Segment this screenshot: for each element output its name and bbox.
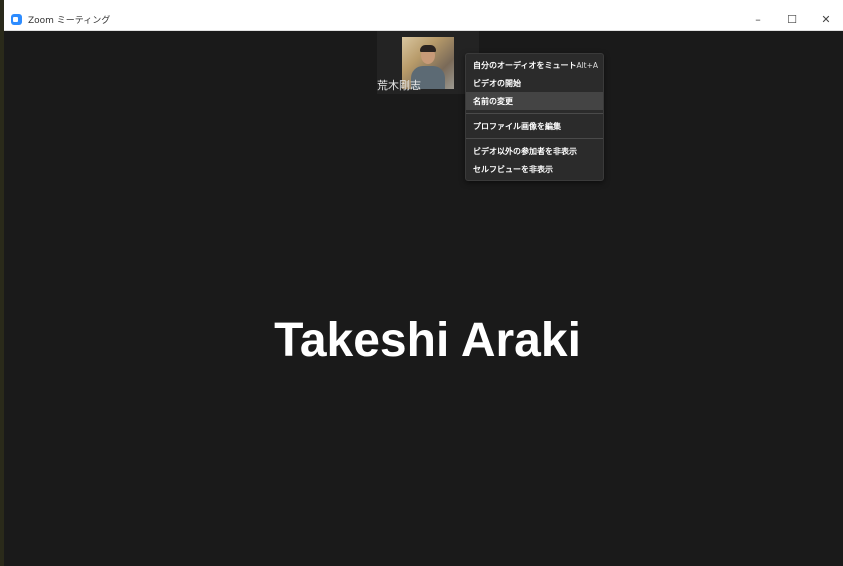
main-participant-name: Takeshi Araki — [274, 314, 581, 367]
zoom-app-icon — [11, 13, 22, 25]
menu-divider — [466, 138, 603, 139]
participant-context-menu: 自分のオーディオをミュート Alt+A ビデオの開始 名前の変更 プロファイル画… — [465, 53, 604, 181]
zoom-meeting-window: Zoom ミーティング – ☐ ✕ 荒木剛志 Takeshi Araki 自分の… — [4, 8, 843, 566]
close-button[interactable]: ✕ — [809, 8, 843, 30]
thumbnail-participant-name: 荒木剛志 — [377, 79, 421, 92]
menu-item-edit-profile-picture[interactable]: プロファイル画像を編集 — [466, 117, 603, 135]
window-controls: – ☐ ✕ — [741, 8, 843, 30]
meeting-stage: 荒木剛志 Takeshi Araki 自分のオーディオをミュート Alt+A ビ… — [4, 31, 843, 566]
menu-item-rename[interactable]: 名前の変更 — [466, 92, 603, 110]
menu-item-hide-self-view[interactable]: セルフビューを非表示 — [466, 160, 603, 178]
menu-item-label: セルフビューを非表示 — [473, 164, 553, 174]
menu-item-label: ビデオの開始 — [473, 78, 521, 88]
menu-divider — [466, 113, 603, 114]
photo-hair — [420, 45, 436, 52]
menu-item-shortcut: Alt+A — [576, 60, 599, 70]
menu-item-mute-audio[interactable]: 自分のオーディオをミュート Alt+A — [466, 56, 603, 74]
self-video-thumbnail[interactable]: 荒木剛志 — [377, 31, 479, 94]
maximize-button[interactable]: ☐ — [775, 8, 809, 30]
menu-item-label: 名前の変更 — [473, 96, 513, 106]
menu-item-start-video[interactable]: ビデオの開始 — [466, 74, 603, 92]
minimize-button[interactable]: – — [741, 8, 775, 30]
menu-item-label: プロファイル画像を編集 — [473, 121, 561, 131]
menu-item-hide-non-video[interactable]: ビデオ以外の参加者を非表示 — [466, 142, 603, 160]
menu-item-label: ビデオ以外の参加者を非表示 — [473, 146, 577, 156]
title-bar: Zoom ミーティング – ☐ ✕ — [4, 8, 843, 31]
window-title: Zoom ミーティング — [28, 15, 111, 26]
menu-item-label: 自分のオーディオをミュート — [473, 60, 577, 70]
